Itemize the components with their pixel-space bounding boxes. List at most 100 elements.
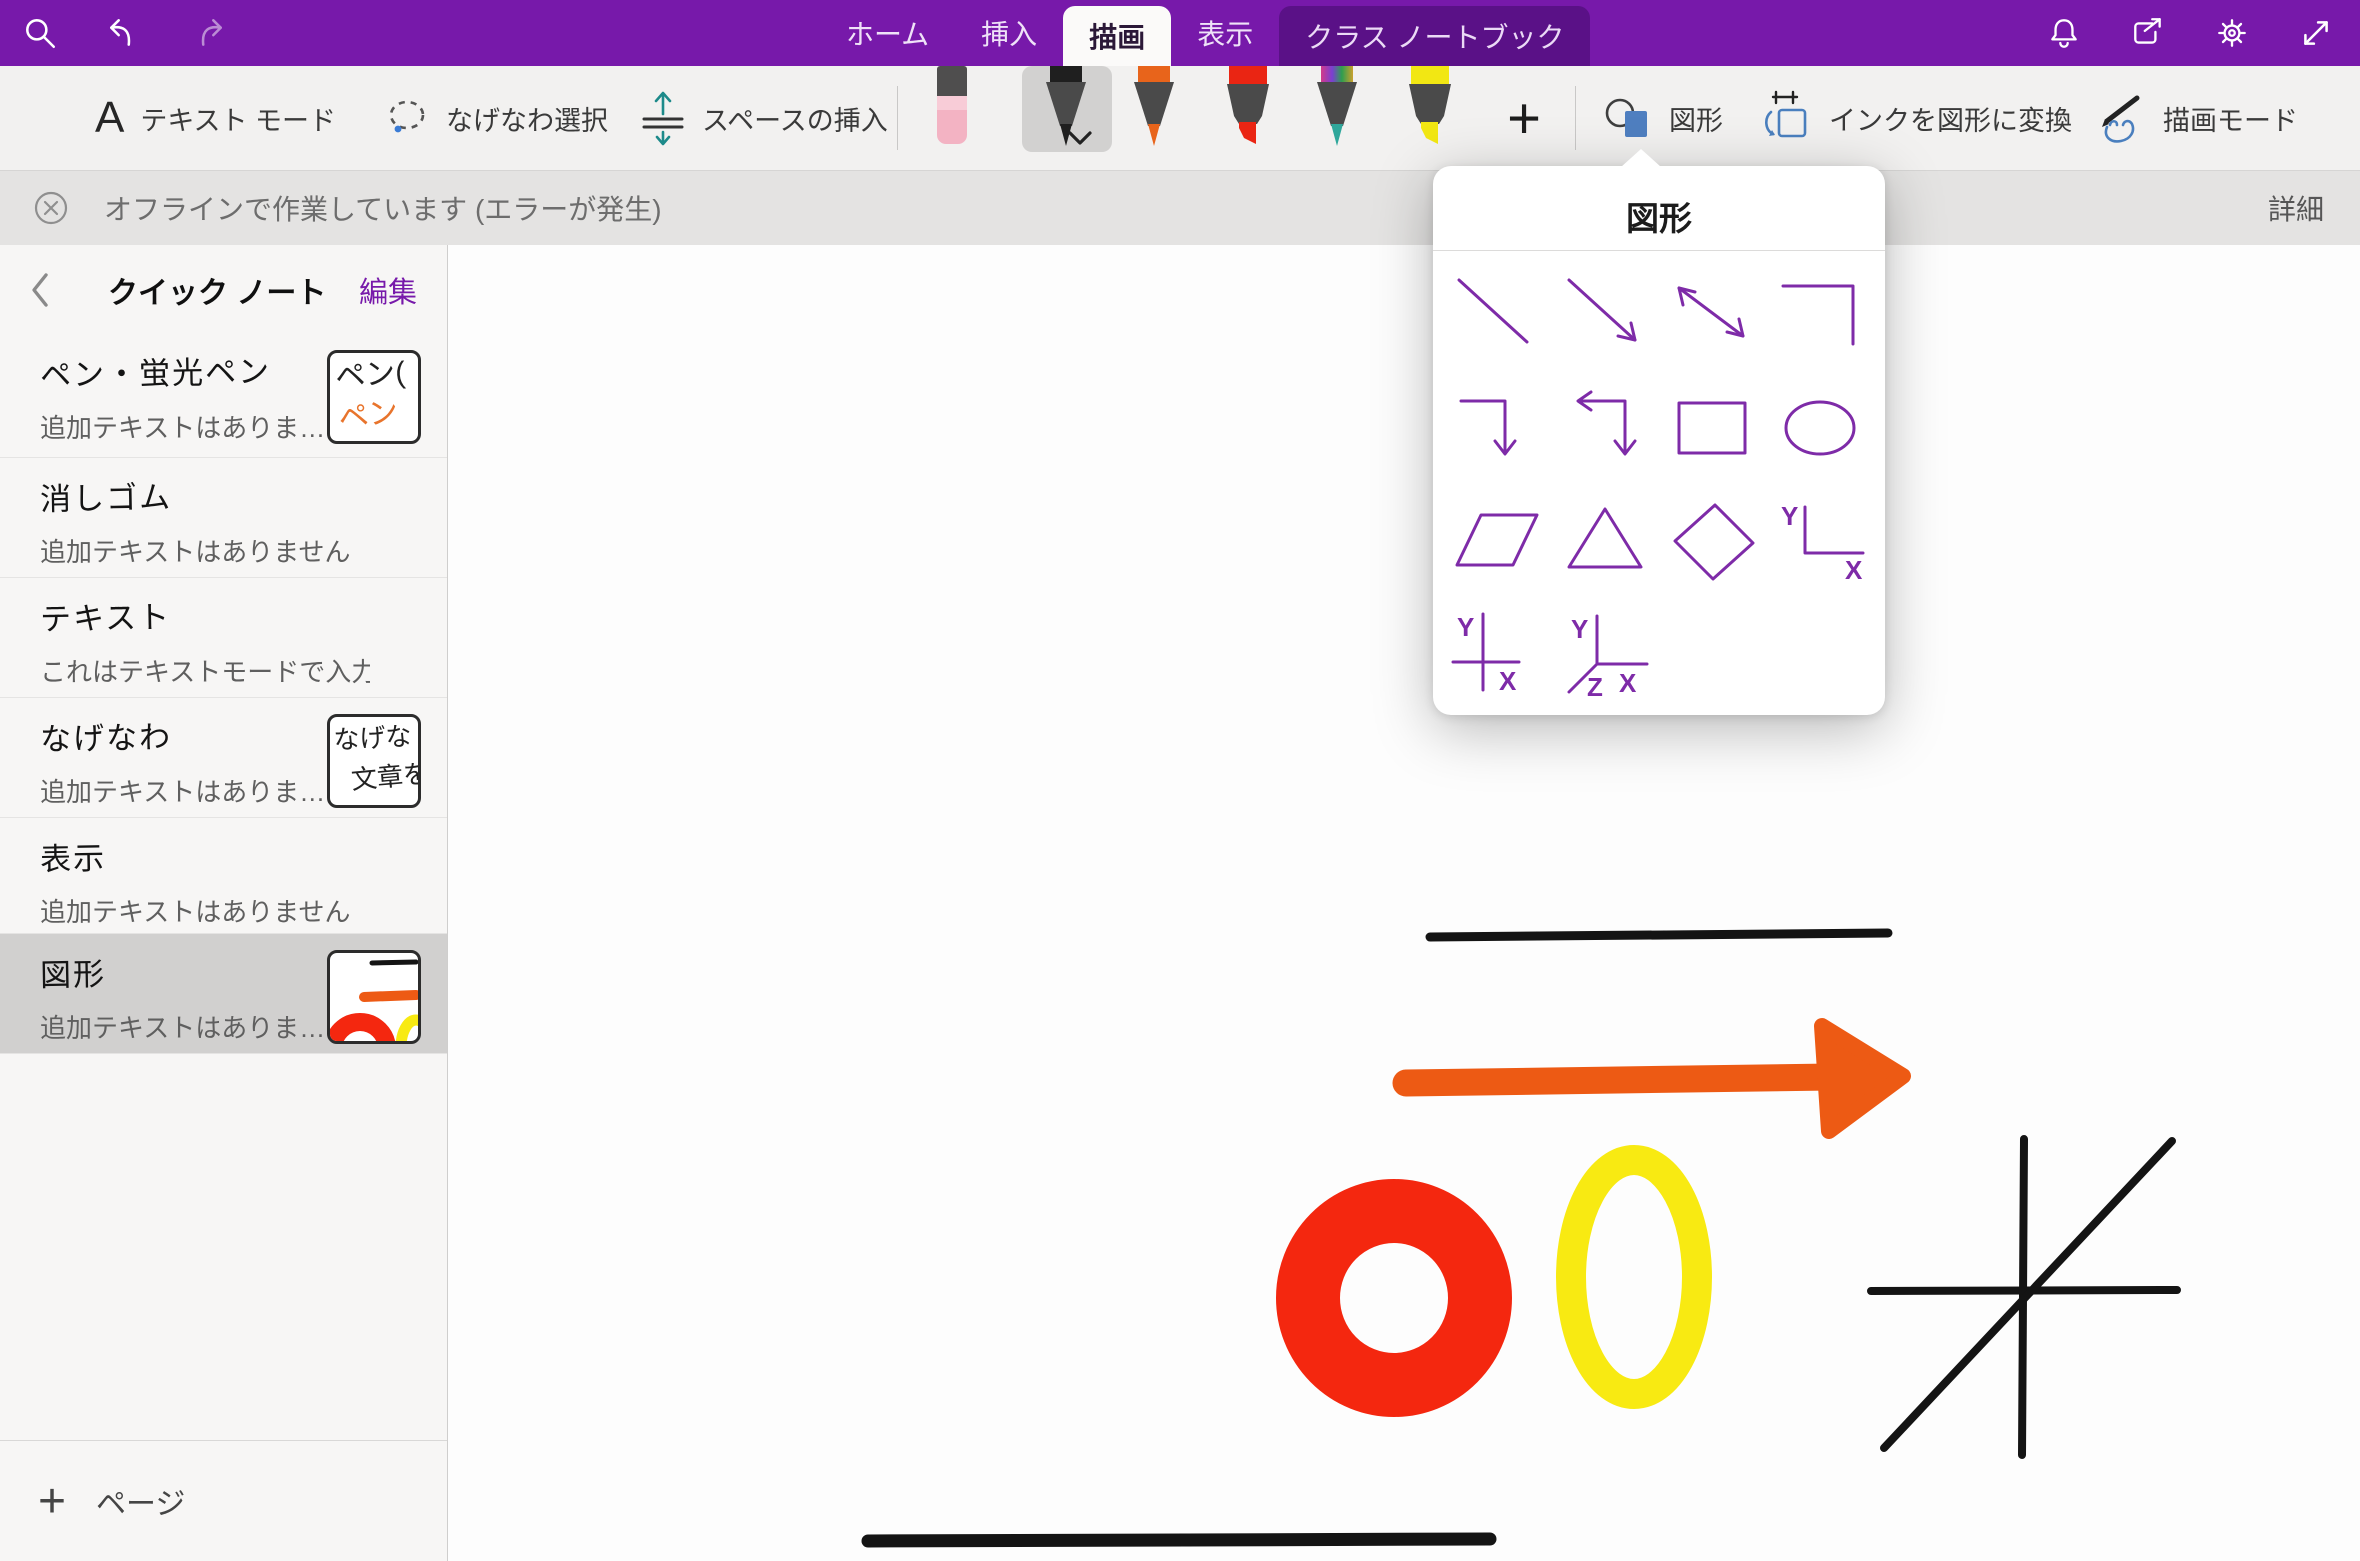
redo-icon[interactable] [190, 15, 226, 51]
svg-text:Z: Z [1587, 672, 1603, 698]
page-thumbnail: なげな 文章を [327, 714, 421, 808]
page-title: テキスト [40, 587, 448, 639]
page-thumbnail [327, 950, 421, 1044]
insert-space-label: スペースの挿入 [702, 99, 888, 138]
popup-divider [1433, 250, 1885, 251]
sidebar-header: クイック ノート 編集 [0, 245, 447, 334]
shapes-button[interactable]: 図形 [1603, 66, 1723, 170]
page-item-view[interactable]: 表示 追加テキストはありません [0, 818, 447, 934]
lasso-icon [384, 95, 430, 141]
shape-elbow-arrow-left-down[interactable] [1551, 371, 1659, 484]
page-subtitle: 追加テキストはありま… [40, 772, 370, 809]
banner-details-button[interactable]: 詳細 [2268, 188, 2324, 228]
shape-triangle[interactable] [1551, 483, 1659, 596]
draw-mode-label: 描画モード [2163, 99, 2298, 138]
svg-text:Y: Y [1457, 612, 1474, 642]
page-subtitle: 追加テキストはありま… [40, 1008, 370, 1045]
search-icon[interactable] [22, 15, 58, 51]
page-item-lasso[interactable]: なげなわ 追加テキストはありま… なげな 文章を [0, 698, 447, 818]
ink-to-shape-label: インクを図形に変換 [1829, 99, 2072, 138]
svg-text:Y: Y [1571, 614, 1588, 644]
shape-elbow-corner[interactable] [1767, 258, 1875, 371]
edit-button[interactable]: 編集 [359, 269, 417, 311]
insert-space-button[interactable]: スペースの挿入 [640, 66, 888, 170]
draw-ribbon: A テキスト モード なげなわ選択 スペースの挿入 [0, 66, 2360, 171]
shape-parallelogram[interactable] [1443, 483, 1551, 596]
note-canvas[interactable] [448, 245, 2360, 1561]
shape-elbow-arrow-down[interactable] [1443, 371, 1551, 484]
add-pen-button[interactable]: + [1496, 76, 1552, 160]
settings-icon[interactable] [2214, 15, 2250, 51]
shape-arrow-double-diagonal[interactable] [1659, 258, 1767, 371]
shapes-popup: 図形 [1433, 166, 1885, 715]
back-chevron-icon[interactable] [30, 272, 50, 308]
shapes-icon [1603, 94, 1653, 142]
ribbon-tabs: ホーム 挿入 描画 表示 クラス ノートブック [820, 0, 1590, 66]
insert-space-icon [640, 88, 686, 148]
text-mode-icon: A [95, 93, 124, 143]
shape-line-diagonal[interactable] [1443, 258, 1551, 371]
offline-banner: オフラインで作業しています (エラーが発生) 詳細 [0, 170, 2360, 245]
ink-to-shape-icon [1759, 90, 1813, 146]
pen-options-chevron-down-icon[interactable] [1066, 130, 1094, 151]
text-mode-label: テキスト モード [140, 99, 336, 138]
shape-axis-xyz[interactable]: Y X Z [1551, 596, 1659, 709]
draw-mode-button[interactable]: 描画モード [2091, 66, 2298, 170]
page-subtitle: 追加テキストはありま… [40, 408, 370, 445]
svg-text:Y: Y [1781, 501, 1798, 531]
share-icon[interactable] [2130, 15, 2166, 51]
shape-arrow-diagonal[interactable] [1551, 258, 1659, 371]
page-item-shapes[interactable]: 図形 追加テキストはありま… [0, 934, 447, 1054]
highlighter-yellow-tool[interactable] [1402, 66, 1458, 152]
shape-axis-xy[interactable]: Y X [1767, 483, 1875, 596]
shape-axis-xy-cross[interactable]: Y X [1443, 596, 1551, 709]
page-title: 表示 [40, 827, 448, 879]
ink-to-shape-button[interactable]: インクを図形に変換 [1759, 66, 2072, 170]
shape-cell-empty [1767, 596, 1875, 709]
tab-class-notebook[interactable]: クラス ノートブック [1279, 6, 1590, 66]
shapes-label: 図形 [1669, 99, 1723, 138]
shape-diamond[interactable] [1659, 483, 1767, 596]
lasso-label: なげなわ選択 [446, 99, 608, 138]
page-subtitle: 追加テキストはありません [40, 532, 370, 569]
topbar-left-icons [22, 0, 226, 66]
svg-text:ペン(: ペン( [334, 356, 406, 394]
tab-view[interactable]: 表示 [1171, 0, 1279, 66]
notebook-title: クイック ノート [108, 268, 326, 312]
shape-cell-empty [1659, 596, 1767, 709]
tab-draw[interactable]: 描画 [1063, 6, 1171, 66]
page-item-pen-highlighter[interactable]: ペン・蛍光ペン 追加テキストはありま… ペン( ペン [0, 334, 447, 458]
page-subtitle: 追加テキストはありません [40, 892, 370, 929]
svg-text:文章を: 文章を [350, 758, 418, 795]
fullscreen-icon[interactable] [2298, 15, 2334, 51]
page-title: 消しゴム [40, 467, 448, 519]
notifications-icon[interactable] [2046, 15, 2082, 51]
error-circle-x-icon [32, 189, 70, 227]
add-page-label: ページ [96, 1479, 185, 1523]
draw-mode-icon [2091, 91, 2147, 145]
svg-text:X: X [1845, 555, 1863, 585]
add-page-button[interactable]: + ページ [0, 1440, 447, 1561]
highlighter-red-tool[interactable] [1220, 66, 1276, 152]
svg-text:なげな: なげな [333, 721, 412, 755]
text-mode-button[interactable]: A テキスト モード [95, 66, 336, 170]
tab-insert[interactable]: 挿入 [955, 0, 1063, 66]
tab-home[interactable]: ホーム [820, 0, 955, 66]
shape-rectangle[interactable] [1659, 371, 1767, 484]
pages-sidebar: クイック ノート 編集 ペン・蛍光ペン 追加テキストはありま… ペン( ペン 消… [0, 245, 448, 1561]
shape-ellipse[interactable] [1767, 371, 1875, 484]
pen-galaxy-tool[interactable] [1309, 66, 1365, 152]
page-item-eraser[interactable]: 消しゴム 追加テキストはありません [0, 458, 447, 578]
svg-text:ペン: ペン [336, 395, 400, 436]
top-app-bar: ホーム 挿入 描画 表示 クラス ノートブック [0, 0, 2360, 66]
undo-icon[interactable] [106, 15, 142, 51]
pen-orange-tool[interactable] [1126, 66, 1182, 152]
page-item-text[interactable]: テキスト これはテキストモードで入力し… [0, 578, 447, 698]
topbar-right-icons [2046, 0, 2334, 66]
lasso-select-button[interactable]: なげなわ選択 [384, 66, 608, 170]
offline-message: オフラインで作業しています (エラーが発生) [104, 188, 662, 228]
page-thumbnail: ペン( ペン [327, 350, 421, 444]
plus-icon: + [38, 1474, 66, 1529]
eraser-tool[interactable] [924, 66, 980, 152]
svg-text:X: X [1499, 666, 1517, 696]
